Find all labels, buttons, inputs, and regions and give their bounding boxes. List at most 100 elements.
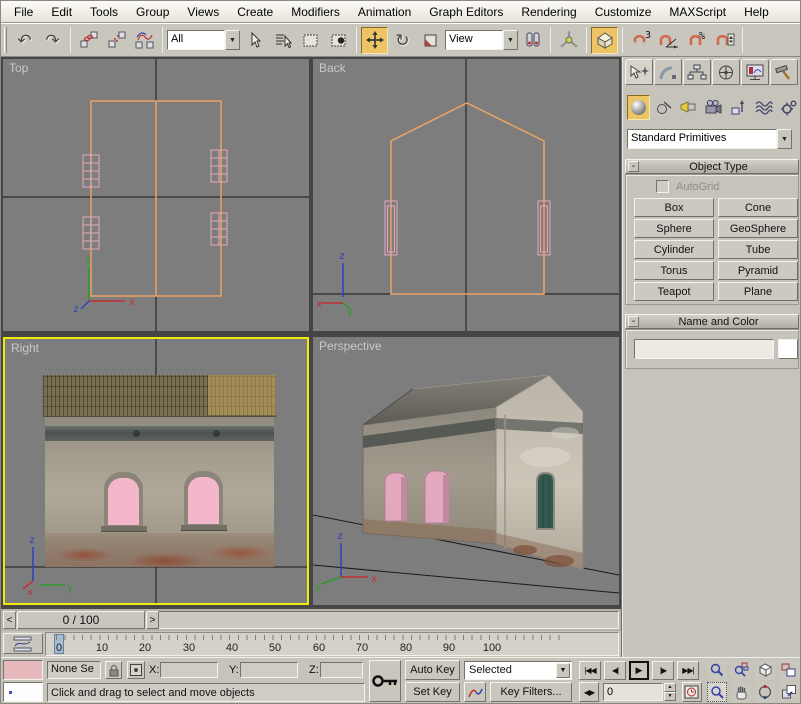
reference-coordinate-system-dropdown[interactable]: View ▼ — [445, 30, 518, 50]
set-keys-button[interactable] — [369, 660, 401, 702]
spinner-snap-toggle-button[interactable] — [711, 27, 738, 54]
menu-tools[interactable]: Tools — [81, 3, 127, 21]
select-and-link-button[interactable] — [75, 27, 102, 54]
selection-lock-toggle[interactable] — [105, 661, 122, 679]
viewport-back[interactable]: Back z x y — [313, 59, 619, 331]
zoom-region-button[interactable] — [707, 682, 727, 702]
snaps-toggle-button[interactable]: 3 — [627, 27, 654, 54]
name-color-rollout-header[interactable]: - Name and Color — [625, 314, 799, 329]
previous-frame-button[interactable]: ◀| — [604, 661, 626, 680]
maximize-viewport-toggle-button[interactable] — [779, 682, 799, 702]
viewport-perspective[interactable]: Perspective — [313, 337, 619, 605]
select-and-scale-button[interactable] — [417, 27, 444, 54]
menu-animation[interactable]: Animation — [349, 3, 420, 21]
cone-button[interactable]: Cone — [718, 198, 798, 217]
object-name-input[interactable] — [634, 339, 774, 359]
select-and-move-button[interactable] — [361, 27, 388, 54]
torus-button[interactable]: Torus — [634, 261, 714, 280]
current-frame-field[interactable] — [603, 683, 663, 701]
tab-motion[interactable] — [712, 59, 740, 85]
zoom-extents-button[interactable] — [755, 660, 775, 680]
category-space-warps-button[interactable] — [752, 95, 775, 120]
spinner-up-icon[interactable]: ▲ — [664, 683, 676, 692]
viewport-top[interactable]: Top y x — [3, 59, 309, 331]
auto-key-button[interactable]: Auto Key — [405, 660, 460, 680]
frame-spinner[interactable]: ▲ ▼ — [664, 683, 676, 701]
dropdown-arrow-icon[interactable]: ▼ — [777, 129, 792, 149]
viewport-perspective-label[interactable]: Perspective — [319, 339, 382, 353]
redo-button[interactable]: ↷ — [39, 27, 66, 54]
cylinder-button[interactable]: Cylinder — [634, 240, 714, 259]
time-slider-next-button[interactable]: > — [146, 611, 159, 629]
teapot-button[interactable]: Teapot — [634, 282, 714, 301]
object-type-rollout-header[interactable]: - Object Type — [625, 159, 799, 174]
geosphere-button[interactable]: GeoSphere — [718, 219, 798, 238]
keyboard-shortcut-override-toggle[interactable] — [591, 27, 618, 54]
menu-create[interactable]: Create — [228, 3, 282, 21]
key-filters-button[interactable]: Key Filters... — [490, 682, 572, 702]
autogrid-checkbox[interactable] — [656, 180, 669, 193]
unlink-selection-button[interactable] — [103, 27, 130, 54]
track-bar-ruler[interactable]: 0 10 20 30 40 50 60 70 80 90 100 — [45, 632, 619, 656]
object-color-swatch[interactable] — [778, 339, 798, 359]
play-animation-button[interactable]: ▶ — [629, 661, 649, 680]
toolbar-grip[interactable] — [4, 27, 7, 53]
plane-button[interactable]: Plane — [718, 282, 798, 301]
z-coordinate-field[interactable] — [320, 662, 363, 678]
time-slider-prev-button[interactable]: < — [3, 611, 16, 629]
maxscript-mini-listener-pink[interactable] — [3, 660, 43, 680]
menu-group[interactable]: Group — [127, 3, 178, 21]
key-filter-set-dropdown[interactable]: Selected ▼ — [464, 661, 572, 680]
collapse-icon[interactable]: - — [628, 161, 639, 172]
open-mini-curve-editor-button[interactable] — [3, 633, 43, 654]
sphere-button[interactable]: Sphere — [634, 219, 714, 238]
tube-button[interactable]: Tube — [718, 240, 798, 259]
percent-snap-toggle-button[interactable]: % — [683, 27, 710, 54]
menu-rendering[interactable]: Rendering — [512, 3, 585, 21]
dropdown-arrow-icon[interactable]: ▼ — [556, 663, 570, 678]
menu-maxscript[interactable]: MAXScript — [660, 3, 735, 21]
zoom-all-button[interactable] — [731, 660, 751, 680]
angle-snap-toggle-button[interactable] — [655, 27, 682, 54]
rectangular-selection-region-button[interactable] — [297, 27, 324, 54]
goto-start-button[interactable]: |◀◀ — [579, 661, 601, 680]
menu-modifiers[interactable]: Modifiers — [282, 3, 349, 21]
pan-view-button[interactable] — [731, 682, 751, 702]
tab-hierarchy[interactable] — [683, 59, 711, 85]
menu-customize[interactable]: Customize — [586, 3, 661, 21]
undo-button[interactable]: ↶ — [11, 27, 38, 54]
x-coordinate-field[interactable] — [160, 662, 218, 678]
menu-help[interactable]: Help — [735, 3, 778, 21]
category-systems-button[interactable] — [777, 95, 800, 120]
time-configuration-button[interactable] — [682, 682, 702, 702]
select-and-manipulate-button[interactable] — [555, 27, 582, 54]
menu-views[interactable]: Views — [178, 3, 228, 21]
zoom-extents-all-button[interactable] — [779, 660, 799, 680]
viewport-top-label[interactable]: Top — [9, 61, 28, 75]
tab-create[interactable] — [625, 59, 653, 85]
key-mode-toggle-button[interactable]: ◀▶ — [579, 682, 599, 702]
viewport-back-label[interactable]: Back — [319, 61, 346, 75]
primitives-category-dropdown[interactable]: Standard Primitives ▼ — [627, 129, 792, 149]
select-by-name-button[interactable] — [269, 27, 296, 54]
window-crossing-toggle-button[interactable] — [325, 27, 352, 54]
select-object-button[interactable] — [241, 27, 268, 54]
selection-filter-dropdown[interactable]: All ▼ — [167, 30, 240, 50]
maxscript-mini-listener-white[interactable] — [3, 682, 43, 702]
tab-display[interactable] — [741, 59, 769, 85]
bind-to-space-warp-button[interactable] — [131, 27, 158, 54]
time-slider-handle[interactable]: 0 / 100 — [17, 611, 145, 629]
pyramid-button[interactable]: Pyramid — [718, 261, 798, 280]
absolute-offset-mode-toggle[interactable] — [127, 661, 145, 679]
arc-rotate-button[interactable] — [755, 682, 775, 702]
tab-modify[interactable] — [654, 59, 682, 85]
dropdown-arrow-icon[interactable]: ▼ — [225, 30, 240, 50]
zoom-button[interactable] — [707, 660, 727, 680]
next-frame-button[interactable]: |▶ — [652, 661, 674, 680]
tab-utilities[interactable] — [770, 59, 798, 85]
category-cameras-button[interactable] — [702, 95, 725, 120]
default-in-out-tangent-button[interactable] — [464, 682, 486, 702]
menu-edit[interactable]: Edit — [42, 3, 81, 21]
viewport-right-label[interactable]: Right — [11, 341, 39, 355]
category-lights-button[interactable] — [677, 95, 700, 120]
